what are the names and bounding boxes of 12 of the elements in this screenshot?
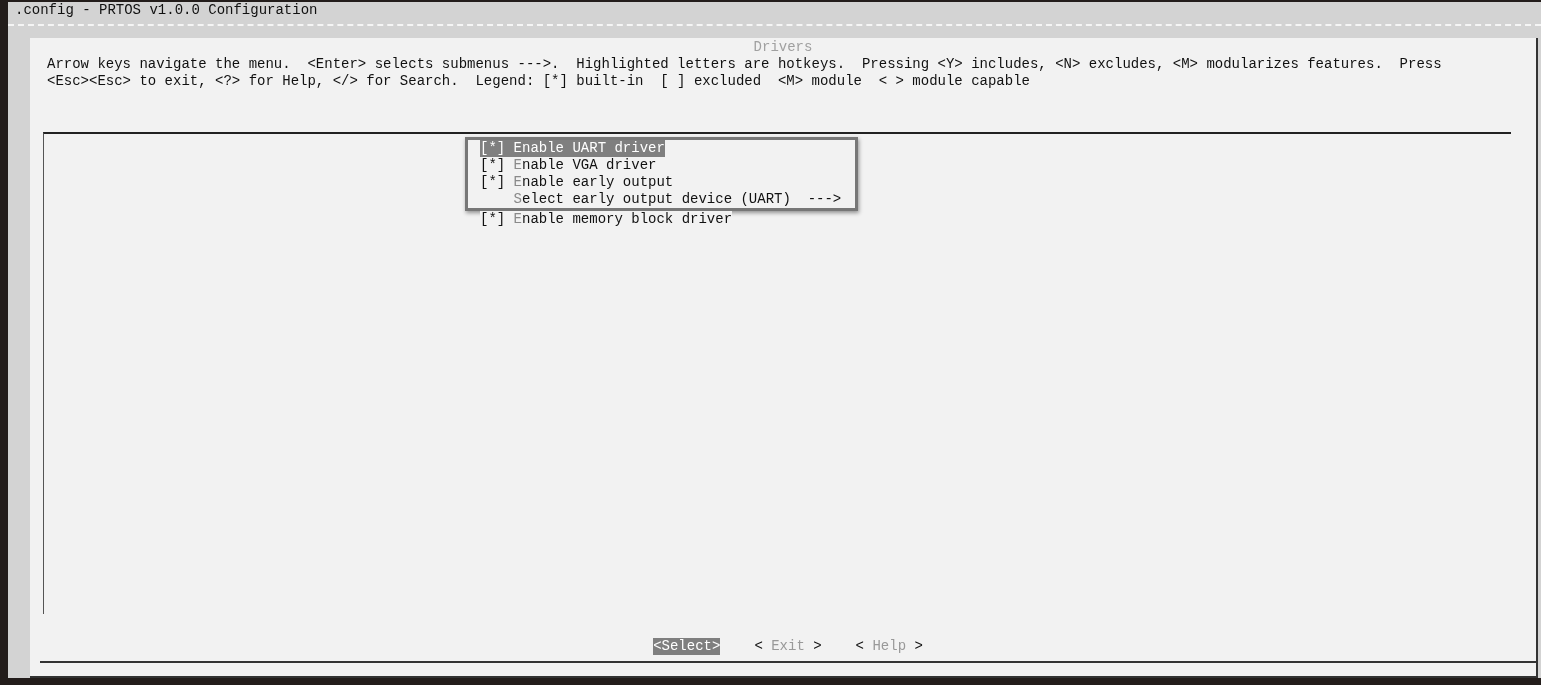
dialog-button[interactable]: <Select> [653, 638, 721, 655]
dialog-button[interactable]: < Exit > [754, 638, 822, 655]
dialog-title: Drivers [753, 39, 813, 55]
menu-item[interactable]: [*] Enable UART driver [480, 140, 665, 157]
help-text: <Esc><Esc> to exit, <?> for Help, </> for Search. Legend: [*] built-in [ ] excluded <M> module < > module capable [47, 73, 1030, 89]
menu-item[interactable]: [*] Enable early output [480, 174, 674, 191]
dialog-button[interactable]: < Help > [855, 638, 923, 655]
menu-item[interactable]: [*] Enable VGA driver [480, 157, 657, 174]
menu-item[interactable]: [*] Enable memory block driver [480, 211, 733, 228]
help-text: Arrow keys navigate the menu. <Enter> selects submenus --->. Highlighted letters are hotkeys. Pressing <Y> includes, <N> excludes, <M> modularizes features. Press [47, 56, 1442, 72]
menu-item[interactable]: Select early output device (UART) ---> [480, 191, 842, 208]
window-title: .config - PRTOS v1.0.0 Configuration [14, 2, 319, 20]
